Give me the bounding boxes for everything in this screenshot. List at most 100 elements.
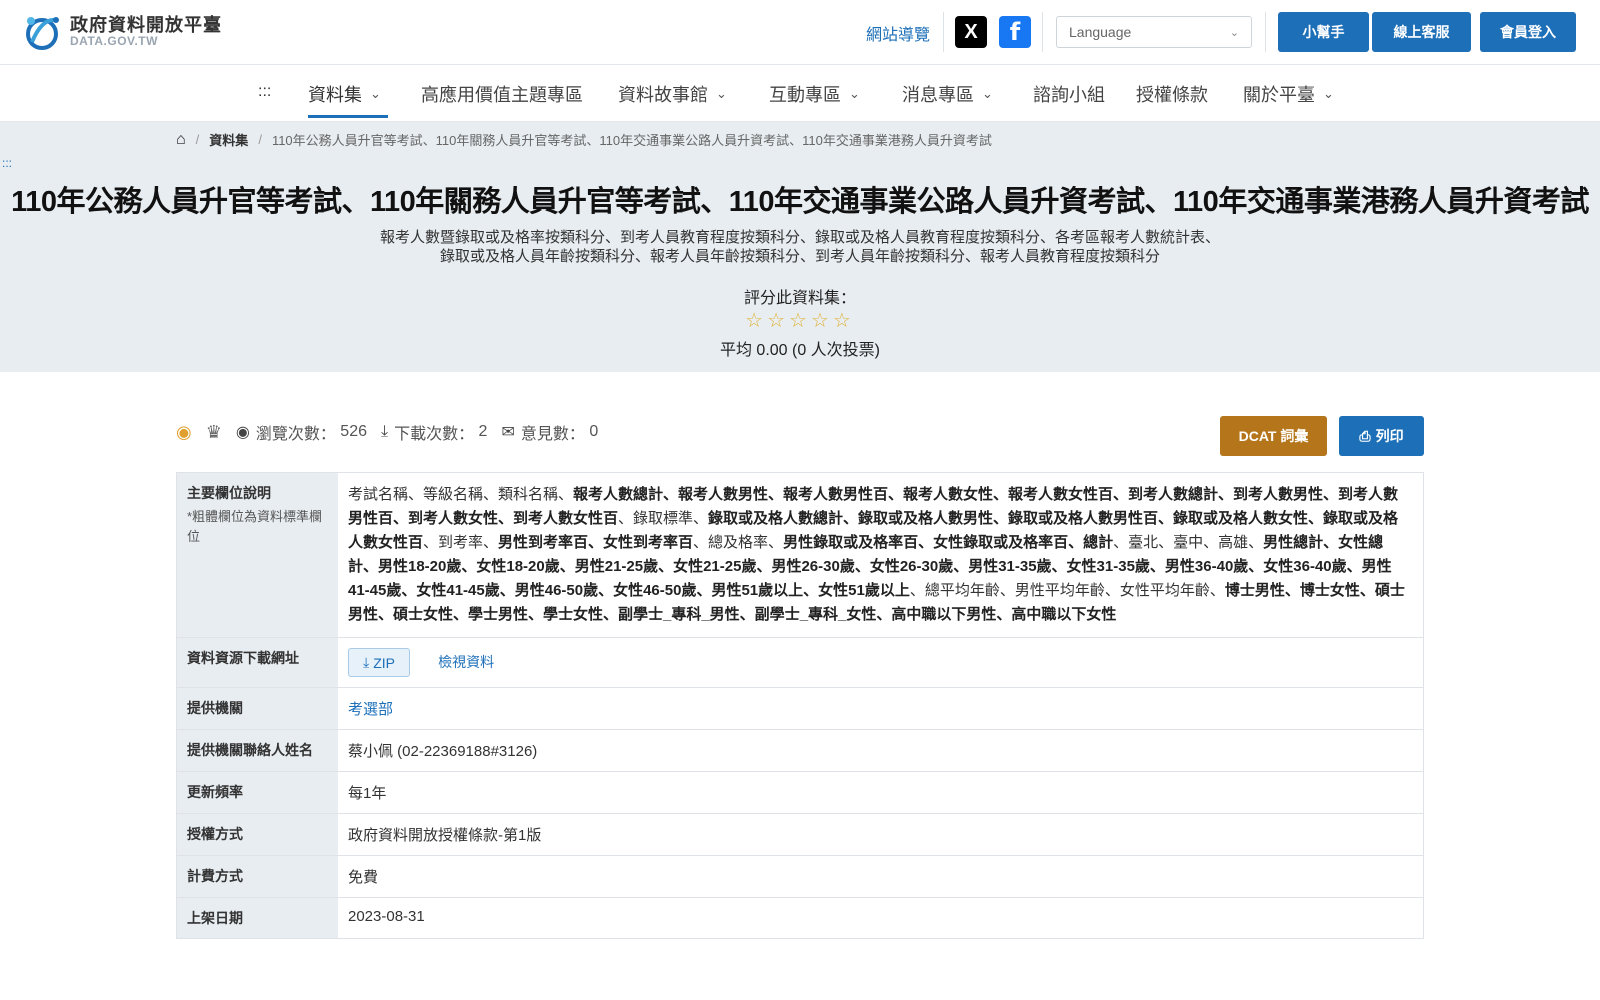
crown-icon: ♛	[205, 421, 222, 442]
dataset-description: 報考人數暨錄取或及格率按類科分、到考人員教育程度按類科分、錄取或及格人員教育程度…	[380, 229, 1221, 265]
row-header: 提供機關	[177, 688, 338, 729]
accesskey-nav[interactable]: :::	[258, 83, 271, 101]
star-rating[interactable]: ☆☆☆☆☆	[0, 308, 1600, 333]
chevron-down-icon: ⌄	[849, 86, 860, 101]
member-login-button[interactable]: 會員登入	[1480, 12, 1576, 52]
breadcrumb: ⌂ / 資料集 / 110年公務人員升官等考試、110年關務人員升官等考試、11…	[176, 130, 992, 149]
chevron-down-icon: ⌄	[716, 86, 727, 101]
fee-value: 免費	[348, 869, 379, 886]
nav-item-label: 授權條款	[1136, 85, 1208, 105]
printer-icon: ⎙	[1359, 427, 1371, 444]
breadcrumb-separator: /	[195, 132, 200, 147]
print-button[interactable]: ⎙ 列印	[1339, 416, 1424, 456]
divider	[1265, 12, 1266, 52]
active-indicator	[308, 115, 388, 118]
accesskey-content[interactable]: :::	[2, 156, 12, 170]
online-service-button[interactable]: 線上客服	[1372, 12, 1471, 52]
nav-item-label: 資料集	[308, 85, 362, 105]
nav-item-news[interactable]: 消息專區 ⌄	[902, 79, 993, 109]
row-header: 上架日期	[177, 898, 338, 938]
table-row: 授權方式 政府資料開放授權條款-第1版	[177, 814, 1423, 856]
comments-label: 意見數：	[520, 426, 585, 443]
publish-date-value: 2023-08-31	[348, 908, 425, 925]
dataset-metadata-table: 主要欄位說明 *粗體欄位為資料標準欄位 考試名稱、等級名稱、類科名稱、報考人數總…	[176, 472, 1424, 939]
field-segment: 、臺北、臺中、高雄、	[1113, 534, 1264, 551]
dcat-button[interactable]: DCAT 詞彙	[1220, 416, 1327, 456]
chevron-down-icon: ⌄	[1323, 86, 1334, 101]
downloads-label: 下載次數：	[394, 426, 475, 443]
field-segment: 、總平均年齡、男性平均年齡、女性平均年齡、	[909, 582, 1225, 599]
field-segment: 、錄取標準、	[618, 510, 709, 527]
zip-label: ZIP	[373, 654, 395, 671]
nav-item-about[interactable]: 關於平臺 ⌄	[1243, 79, 1334, 109]
divider	[1042, 12, 1043, 52]
fields-label: 主要欄位說明	[187, 485, 271, 501]
standard-field-segment: 男性錄取或及格率百、女性錄取或及格率百、總計	[783, 534, 1114, 551]
row-header: 主要欄位說明 *粗體欄位為資料標準欄位	[177, 473, 338, 637]
nav-item-label: 高應用價值主題專區	[421, 85, 583, 105]
table-row: 提供機關 考選部	[177, 688, 1423, 730]
field-segment: 考試名稱、等級名稱、類科名稱、	[348, 486, 574, 503]
helper-button[interactable]: 小幫手	[1278, 12, 1369, 52]
facebook-icon[interactable]: f	[999, 16, 1031, 48]
home-icon[interactable]: ⌂	[176, 131, 186, 149]
download-links: ⤓ ZIP 檢視資料	[338, 638, 1423, 687]
nav-item-high-value[interactable]: 高應用價值主題專區	[421, 79, 583, 109]
breadcrumb-datasets[interactable]: 資料集	[209, 130, 248, 149]
language-select-value: Language	[1069, 24, 1132, 40]
table-row: 資料資源下載網址 ⤓ ZIP 檢視資料	[177, 638, 1423, 688]
nav-item-story[interactable]: 資料故事館 ⌄	[618, 79, 727, 109]
view-data-link[interactable]: 檢視資料	[438, 654, 494, 670]
table-row: 更新頻率 每1年	[177, 772, 1423, 814]
nav-item-label: 消息專區	[902, 85, 974, 105]
logo-subtitle: DATA.GOV.TW	[70, 34, 158, 49]
table-row: 計費方式 免費	[177, 856, 1423, 898]
contact-value: 蔡小佩 (02-22369188#3126)	[348, 743, 538, 760]
rating-average: 平均 0.00 (0 人次投票)	[719, 342, 881, 359]
field-segment: 、總及格率、	[693, 534, 784, 551]
chevron-down-icon: ⌄	[1229, 26, 1239, 39]
nav-item-label: 資料故事館	[618, 85, 708, 105]
nav-item-license[interactable]: 授權條款	[1136, 79, 1208, 109]
page-title: 110年公務人員升官等考試、110年關務人員升官等考試、110年交通事業公路人員…	[11, 186, 1589, 218]
provider-link[interactable]: 考選部	[348, 701, 393, 718]
comments-stat: ✉ 意見數： 0	[501, 420, 598, 444]
chevron-down-icon: ⌄	[982, 86, 993, 101]
logo-title: 政府資料開放平臺	[70, 14, 222, 35]
dataset-hero: ⌂ / 資料集 / 110年公務人員升官等考試、110年關務人員升官等考試、11…	[0, 122, 1600, 372]
nav-item-interactive[interactable]: 互動專區 ⌄	[769, 79, 860, 109]
row-header: 提供機關聯絡人姓名	[177, 730, 338, 771]
site-logo[interactable]: 政府資料開放平臺 DATA.GOV.TW	[22, 12, 222, 52]
breadcrumb-current: 110年公務人員升官等考試、110年關務人員升官等考試、110年交通事業公路人員…	[271, 133, 992, 148]
fields-description: 考試名稱、等級名稱、類科名稱、報考人數總計、報考人數男性、報考人數男性百、報考人…	[338, 473, 1423, 637]
field-segment: 、到考率、	[423, 534, 499, 551]
row-header: 更新頻率	[177, 772, 338, 813]
language-select[interactable]: Language ⌄	[1056, 16, 1252, 48]
divider	[943, 12, 944, 52]
x-twitter-icon[interactable]: X	[955, 16, 987, 48]
table-row: 提供機關聯絡人姓名 蔡小佩 (02-22369188#3126)	[177, 730, 1423, 772]
zip-download-button[interactable]: ⤓ ZIP	[348, 648, 410, 677]
logo-icon	[22, 12, 64, 52]
table-row: 主要欄位說明 *粗體欄位為資料標準欄位 考試名稱、等級名稱、類科名稱、報考人數總…	[177, 473, 1423, 638]
chevron-down-icon: ⌄	[370, 86, 381, 101]
breadcrumb-separator: /	[258, 132, 262, 147]
table-row: 上架日期 2023-08-31	[177, 898, 1423, 939]
comments-count: 0	[589, 423, 599, 440]
nav-item-datasets[interactable]: 資料集 ⌄	[308, 79, 381, 109]
standard-field-segment: 男性到考率百、女性到考率百	[498, 534, 694, 551]
row-header: 授權方式	[177, 814, 338, 855]
views-count: 526	[340, 423, 367, 440]
nav-item-advisory[interactable]: 諮詢小組	[1033, 79, 1105, 109]
row-header: 資料資源下載網址	[177, 638, 338, 687]
row-header: 計費方式	[177, 856, 338, 897]
award-icon: ◉	[176, 421, 192, 442]
fields-note: *粗體欄位為資料標準欄位	[187, 509, 323, 544]
views-label: 瀏覽次數：	[255, 426, 336, 443]
downloads-stat: ⤓ 下載次數： 2	[381, 420, 487, 444]
download-icon: ⤓	[363, 654, 370, 670]
nav-item-label: 互動專區	[769, 85, 841, 105]
nav-item-label: 諮詢小組	[1033, 85, 1105, 105]
dataset-stats: ◉ ♛ ◉ 瀏覽次數： 526 ⤓ 下載次數： 2 ✉ 意見數： 0	[176, 420, 612, 444]
sitemap-link[interactable]: 網站導覽	[866, 21, 930, 45]
